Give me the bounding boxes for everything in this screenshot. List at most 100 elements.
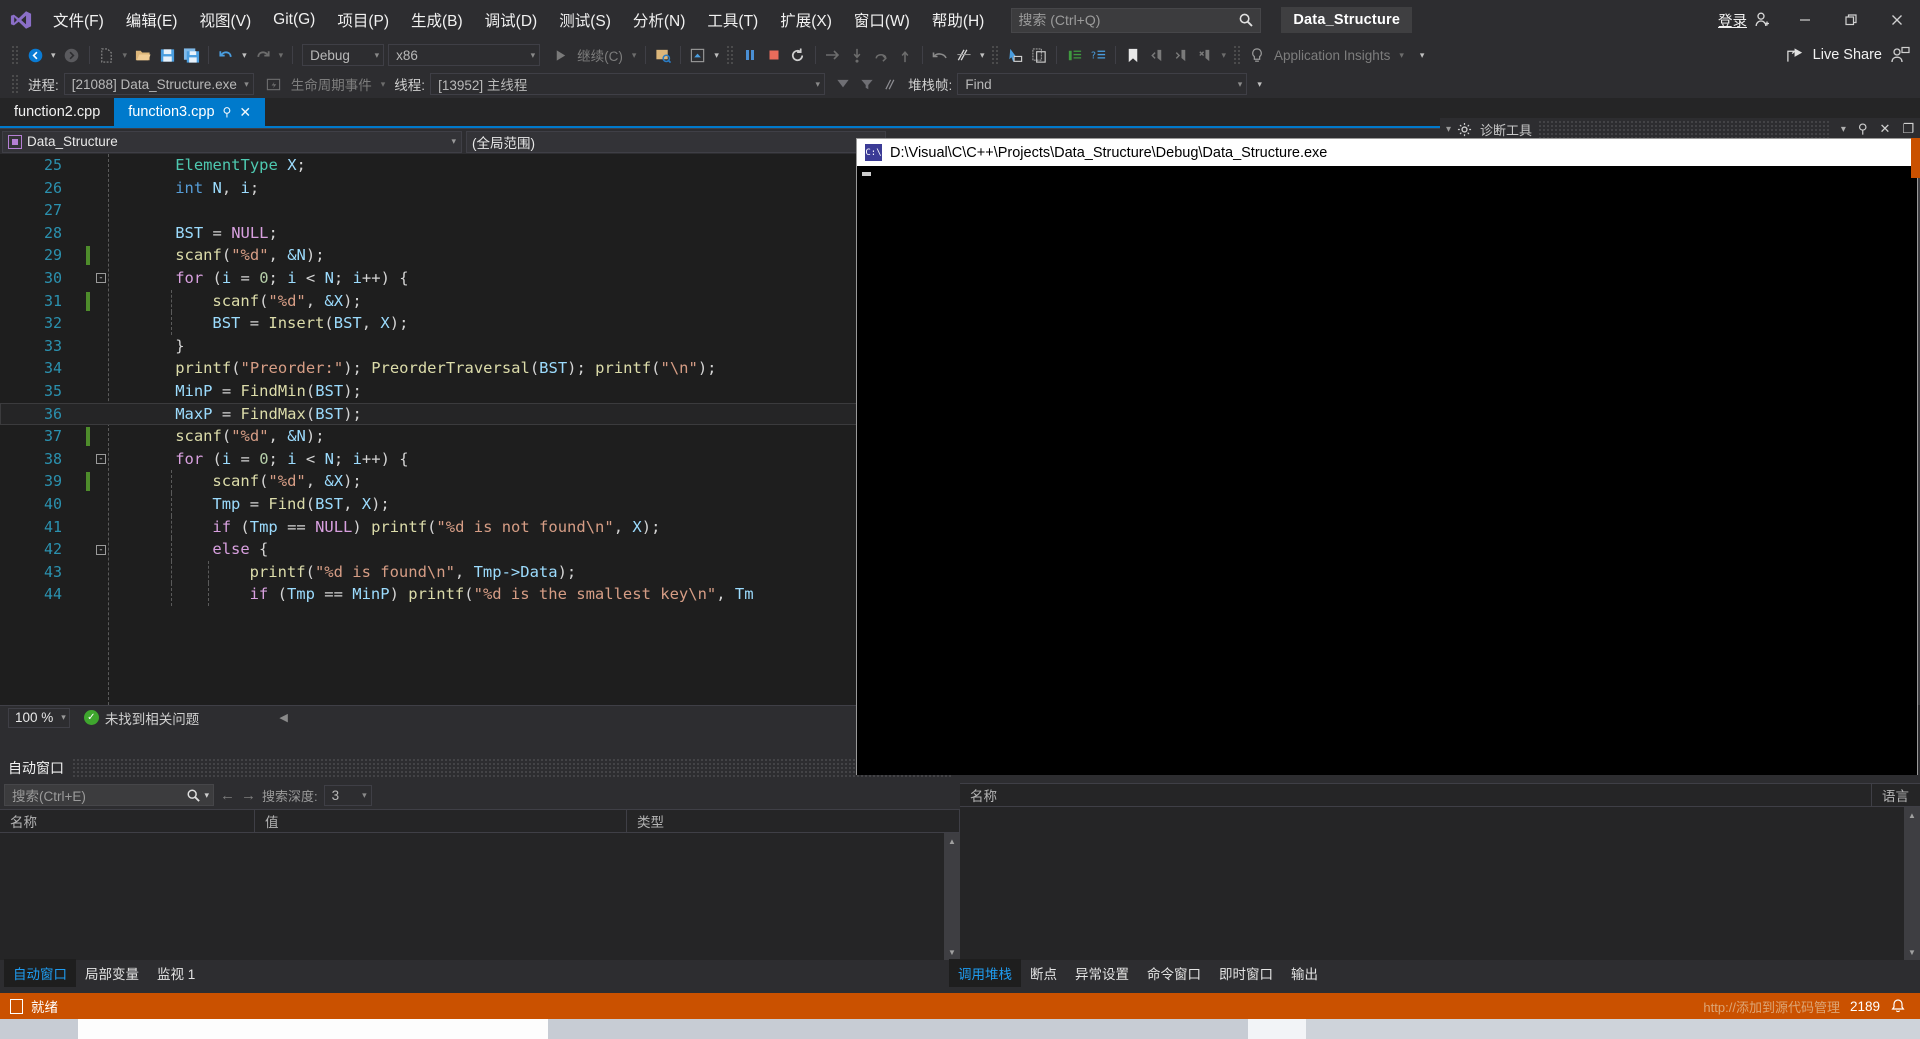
source-control-watermark[interactable]: http://添加到源代码管理 [1703, 997, 1840, 1016]
toolbar-overflow-caret[interactable]: ▾ [1416, 50, 1429, 61]
feedback-icon[interactable] [1890, 46, 1910, 64]
callstack-vertical-scrollbar[interactable]: ▲ ▼ [1904, 807, 1920, 960]
architecture-toggle-button[interactable] [686, 43, 710, 67]
menu-item-tools[interactable]: 工具(T) [696, 0, 769, 40]
toolbar-grip[interactable] [11, 45, 20, 65]
navigate-backward-caret[interactable]: ▾ [47, 50, 60, 61]
navbar-project-select[interactable]: Data_Structure ▾ [2, 130, 462, 153]
autos-column-type[interactable]: 类型 [627, 810, 960, 832]
menu-item-debug[interactable]: 调试(D) [474, 0, 549, 40]
editor-zoom-select[interactable]: 100 % ▾ [8, 707, 70, 728]
scroll-down-icon[interactable]: ▼ [1904, 944, 1920, 960]
solution-configuration-select[interactable]: Debug ▾ [302, 44, 385, 66]
fold-toggle-icon[interactable]: - [96, 454, 106, 465]
active-project-chip[interactable]: Data_Structure [1281, 7, 1413, 33]
continue-caret[interactable]: ▾ [628, 50, 641, 61]
pin-tab-icon[interactable]: ⚲ [223, 105, 232, 119]
maximize-button[interactable] [1828, 0, 1874, 40]
bottom-tab-call-stack[interactable]: 调用堆栈 [949, 959, 1021, 987]
bottom-tab-autos[interactable]: 自动窗口 [4, 959, 76, 987]
new-project-button[interactable] [95, 43, 119, 67]
new-project-caret[interactable]: ▾ [119, 50, 132, 61]
navbar-scope-select[interactable]: (全局范围) ▾ [466, 130, 886, 153]
menu-item-help[interactable]: 帮助(H) [921, 0, 996, 40]
comment-selection-button[interactable] [1062, 43, 1086, 67]
menu-item-edit[interactable]: 编辑(E) [115, 0, 189, 40]
lifecycle-events-button[interactable] [262, 72, 286, 96]
bottom-tab-immediate-window[interactable]: 即时窗口 [1210, 959, 1282, 987]
intellitrace-button[interactable] [952, 43, 976, 67]
scroll-down-icon[interactable]: ▼ [944, 944, 960, 960]
bottom-tab-exception-settings[interactable]: 异常设置 [1066, 959, 1138, 987]
solution-platform-select[interactable]: x86 ▾ [388, 44, 541, 66]
step-into-button[interactable] [845, 43, 869, 67]
editor-status-collapse-icon[interactable]: ◀ [279, 711, 287, 724]
autos-search-prev-button[interactable]: ← [220, 787, 235, 804]
restore-panel-icon[interactable]: ❐ [1896, 121, 1920, 137]
bottom-tab-watch1[interactable]: 监视 1 [148, 959, 204, 987]
chevron-down-icon[interactable]: ▾ [201, 790, 209, 801]
menu-item-view[interactable]: 视图(V) [188, 0, 262, 40]
autos-search-next-button[interactable]: → [241, 787, 256, 804]
autos-depth-select[interactable]: 3 ▾ [323, 784, 372, 806]
callstack-grid-body[interactable]: ▲ ▼ [960, 807, 1920, 960]
bottom-tab-output[interactable]: 输出 [1282, 959, 1327, 987]
autos-column-name[interactable]: 名称 [0, 810, 255, 832]
restart-button[interactable] [786, 43, 810, 67]
step-back-button[interactable] [928, 43, 952, 67]
pointer-select-button[interactable] [1003, 43, 1027, 67]
application-insights-icon-button[interactable] [1245, 43, 1269, 67]
toolbar-grip-2[interactable] [725, 45, 735, 65]
debugbar-overflow-caret[interactable]: ▾ [1253, 79, 1266, 90]
toggle-external-code-button[interactable] [879, 72, 903, 96]
intellitrace-caret[interactable]: ▾ [976, 50, 989, 61]
autos-search-input[interactable]: 搜索(Ctrl+E) ▾ [4, 784, 214, 806]
debugbar-grip[interactable] [11, 74, 20, 94]
chevron-down-icon[interactable]: ▾ [1440, 124, 1457, 135]
application-insights-caret[interactable]: ▾ [1395, 50, 1408, 61]
clear-bookmarks-button[interactable] [1193, 43, 1217, 67]
open-file-button[interactable] [131, 43, 155, 67]
toolbar-grip-4[interactable] [1233, 45, 1242, 65]
save-button[interactable] [155, 43, 179, 67]
console-output-area[interactable] [857, 166, 1917, 775]
continue-button[interactable] [548, 43, 572, 67]
step-over-button[interactable] [869, 43, 893, 67]
console-window[interactable]: C:\ D:\Visual\C\C++\Projects\Data_Struct… [856, 138, 1918, 775]
bottom-tab-locals[interactable]: 局部变量 [76, 959, 148, 987]
bottom-tab-command-window[interactable]: 命令窗口 [1138, 959, 1210, 987]
menu-item-analyze[interactable]: 分析(N) [622, 0, 697, 40]
bottom-tab-breakpoints[interactable]: 断点 [1021, 959, 1066, 987]
thread-select[interactable]: [13952] 主线程 ▾ [430, 73, 826, 95]
process-select[interactable]: [21088] Data_Structure.exe ▾ [63, 73, 254, 95]
stack-frame-select[interactable]: Find ▾ [957, 73, 1248, 95]
close-button[interactable] [1874, 0, 1920, 40]
menu-item-project[interactable]: 项目(P) [326, 0, 400, 40]
menu-bar[interactable]: 文件(F) 编辑(E) 视图(V) Git(G) 项目(P) 生成(B) 调试(… [42, 0, 995, 40]
menu-item-extensions[interactable]: 扩展(X) [769, 0, 843, 40]
navigate-backward-button[interactable] [23, 43, 47, 67]
console-title-bar[interactable]: C:\ D:\Visual\C\C++\Projects\Data_Struct… [857, 139, 1917, 166]
redo-caret[interactable]: ▾ [275, 50, 288, 61]
break-all-button[interactable] [738, 43, 762, 67]
redo-button[interactable] [251, 43, 275, 67]
fold-toggle-icon[interactable]: - [96, 273, 106, 284]
toolbar-grip-3[interactable] [991, 45, 1001, 65]
previous-bookmark-button[interactable] [1145, 43, 1169, 67]
notifications-icon[interactable] [1890, 998, 1906, 1014]
tab-function3-cpp[interactable]: function3.cpp ⚲ ✕ [114, 98, 266, 126]
stop-debugging-button[interactable] [762, 43, 786, 67]
callstack-column-language[interactable]: 语言 [1872, 784, 1920, 806]
uncomment-selection-button[interactable]: ? [1086, 43, 1110, 67]
menu-item-file[interactable]: 文件(F) [42, 0, 115, 40]
scroll-up-icon[interactable]: ▲ [1904, 807, 1920, 823]
copy-panel-button[interactable] [1027, 43, 1051, 67]
toggle-bookmark-button[interactable] [1121, 43, 1145, 67]
attach-to-process-button[interactable] [651, 43, 675, 67]
tab-function2-cpp[interactable]: function2.cpp [0, 98, 115, 126]
sign-in-button[interactable]: 登录 [1708, 10, 1782, 31]
minimize-button[interactable] [1782, 0, 1828, 40]
menu-item-test[interactable]: 测试(S) [548, 0, 622, 40]
close-icon[interactable]: ✕ [1873, 121, 1896, 137]
chevron-down-icon[interactable]: ▾ [1835, 124, 1852, 135]
